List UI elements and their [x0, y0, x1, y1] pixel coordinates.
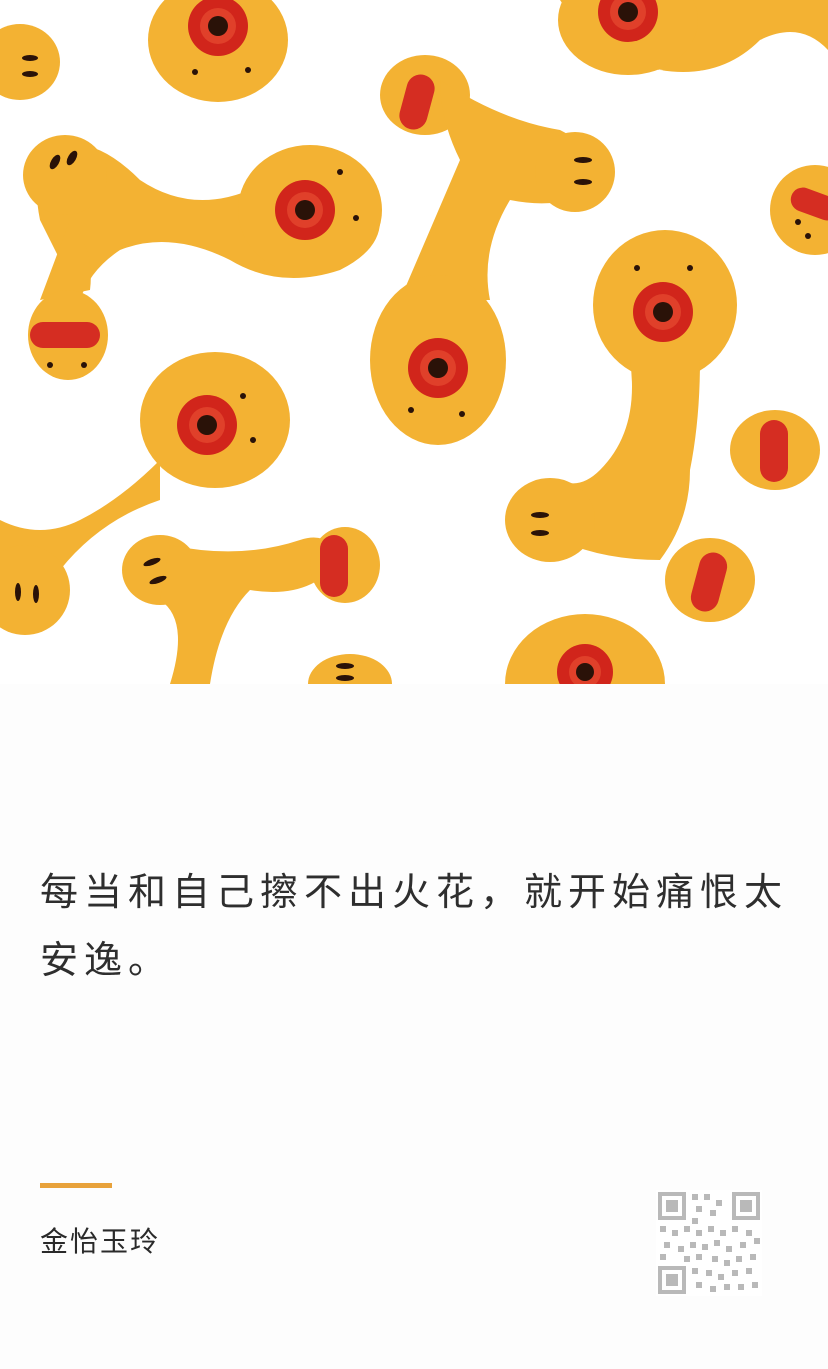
- watermark: 句读: [646, 65, 742, 119]
- hero-illustration: 句读: [0, 0, 828, 684]
- quote-line-2: 安逸。: [40, 938, 173, 982]
- qr-code-icon[interactable]: [656, 1190, 762, 1296]
- quote-line-1: 每当和自己擦不出火花，就开始痛恨太: [40, 870, 789, 914]
- quote-text: 每当和自己擦不出火花，就开始痛恨太 安逸。: [40, 858, 800, 994]
- accent-divider: [40, 1183, 112, 1188]
- author-name: 金怡玉玲: [40, 1225, 161, 1258]
